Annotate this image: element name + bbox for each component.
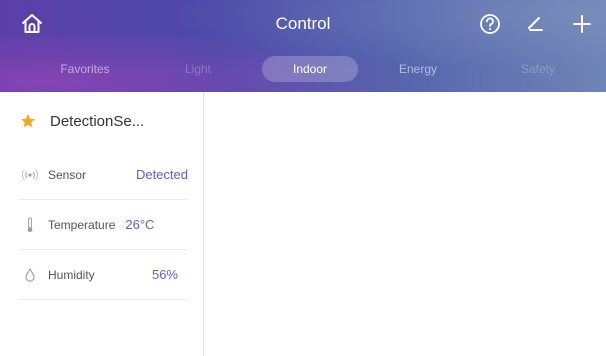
edit-icon bbox=[528, 17, 543, 31]
add-button[interactable] bbox=[568, 10, 596, 38]
sensor-label: Sensor bbox=[48, 167, 87, 182]
sensor-icon bbox=[18, 169, 42, 181]
tab-indoor[interactable]: Indoor bbox=[262, 56, 358, 82]
device-header[interactable]: DetectionSe... bbox=[20, 110, 144, 132]
header-bar: Control Favorites Light Indoor Energy Sa… bbox=[0, 0, 606, 92]
humidity-row: Humidity 56% bbox=[18, 250, 188, 300]
tab-energy[interactable]: Energy bbox=[388, 56, 448, 82]
tab-safety[interactable]: Safety bbox=[508, 56, 568, 82]
star-icon[interactable] bbox=[20, 113, 36, 129]
page-title: Control bbox=[275, 14, 331, 33]
category-tabs: Favorites Light Indoor Energy Safety bbox=[0, 56, 606, 82]
main-content-area bbox=[205, 92, 606, 356]
plus-icon bbox=[573, 15, 591, 33]
tab-favorites[interactable]: Favorites bbox=[50, 56, 120, 82]
temperature-label: Temperature bbox=[48, 217, 116, 232]
humidity-label: Humidity bbox=[48, 267, 95, 282]
edit-button[interactable] bbox=[522, 10, 550, 38]
thermometer-icon bbox=[18, 217, 42, 233]
sensor-row: Sensor Detected bbox=[18, 150, 188, 200]
device-panel: DetectionSe... Sensor Detected Temperatu… bbox=[0, 92, 204, 356]
temperature-row: Temperature 26°C bbox=[18, 200, 188, 250]
temperature-value: 26°C bbox=[125, 217, 155, 232]
sensor-value: Detected bbox=[135, 167, 188, 182]
device-name: DetectionSe... bbox=[50, 112, 145, 130]
humidity-icon bbox=[18, 267, 42, 282]
humidity-value: 56% bbox=[151, 267, 178, 282]
help-button[interactable] bbox=[476, 10, 504, 38]
tab-light[interactable]: Light bbox=[168, 56, 228, 82]
app-window: Control Favorites Light Indoor Energy Sa… bbox=[0, 0, 606, 356]
help-circle-icon bbox=[480, 14, 500, 34]
